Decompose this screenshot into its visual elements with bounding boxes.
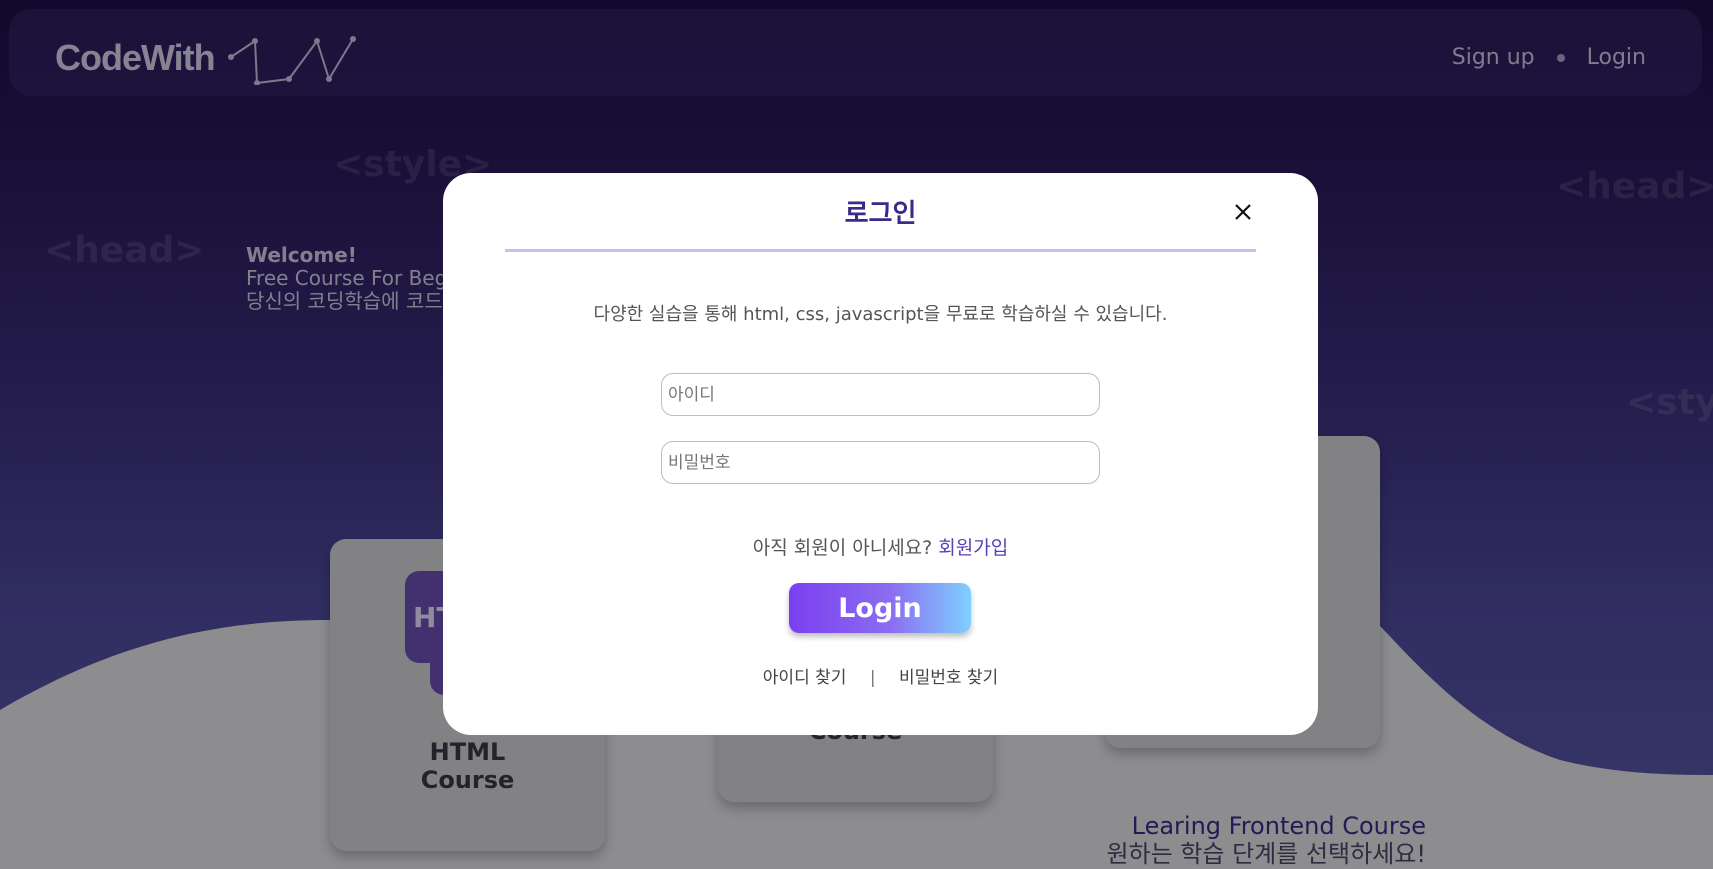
modal-title: 로그인 [844,199,917,229]
close-icon[interactable] [1230,199,1256,225]
find-password-link[interactable]: 비밀번호 찾기 [899,668,998,688]
signup-link[interactable]: 회원가입 [938,537,1008,559]
password-input[interactable] [661,441,1100,484]
find-separator: | [869,668,876,688]
id-input[interactable] [661,373,1100,416]
login-button[interactable]: Login [789,583,971,633]
find-account-row: 아이디 찾기 | 비밀번호 찾기 [443,663,1318,688]
title-divider [505,249,1256,252]
signup-prompt-row: 아직 회원이 아니세요? 회원가입 [443,533,1318,560]
login-modal: 로그인 다양한 실습을 통해 html, css, javascript을 무료… [443,173,1318,735]
modal-description: 다양한 실습을 통해 html, css, javascript을 무료로 학습… [593,304,1168,325]
find-id-link[interactable]: 아이디 찾기 [763,668,847,688]
signup-prompt-text: 아직 회원이 아니세요? [752,537,933,559]
